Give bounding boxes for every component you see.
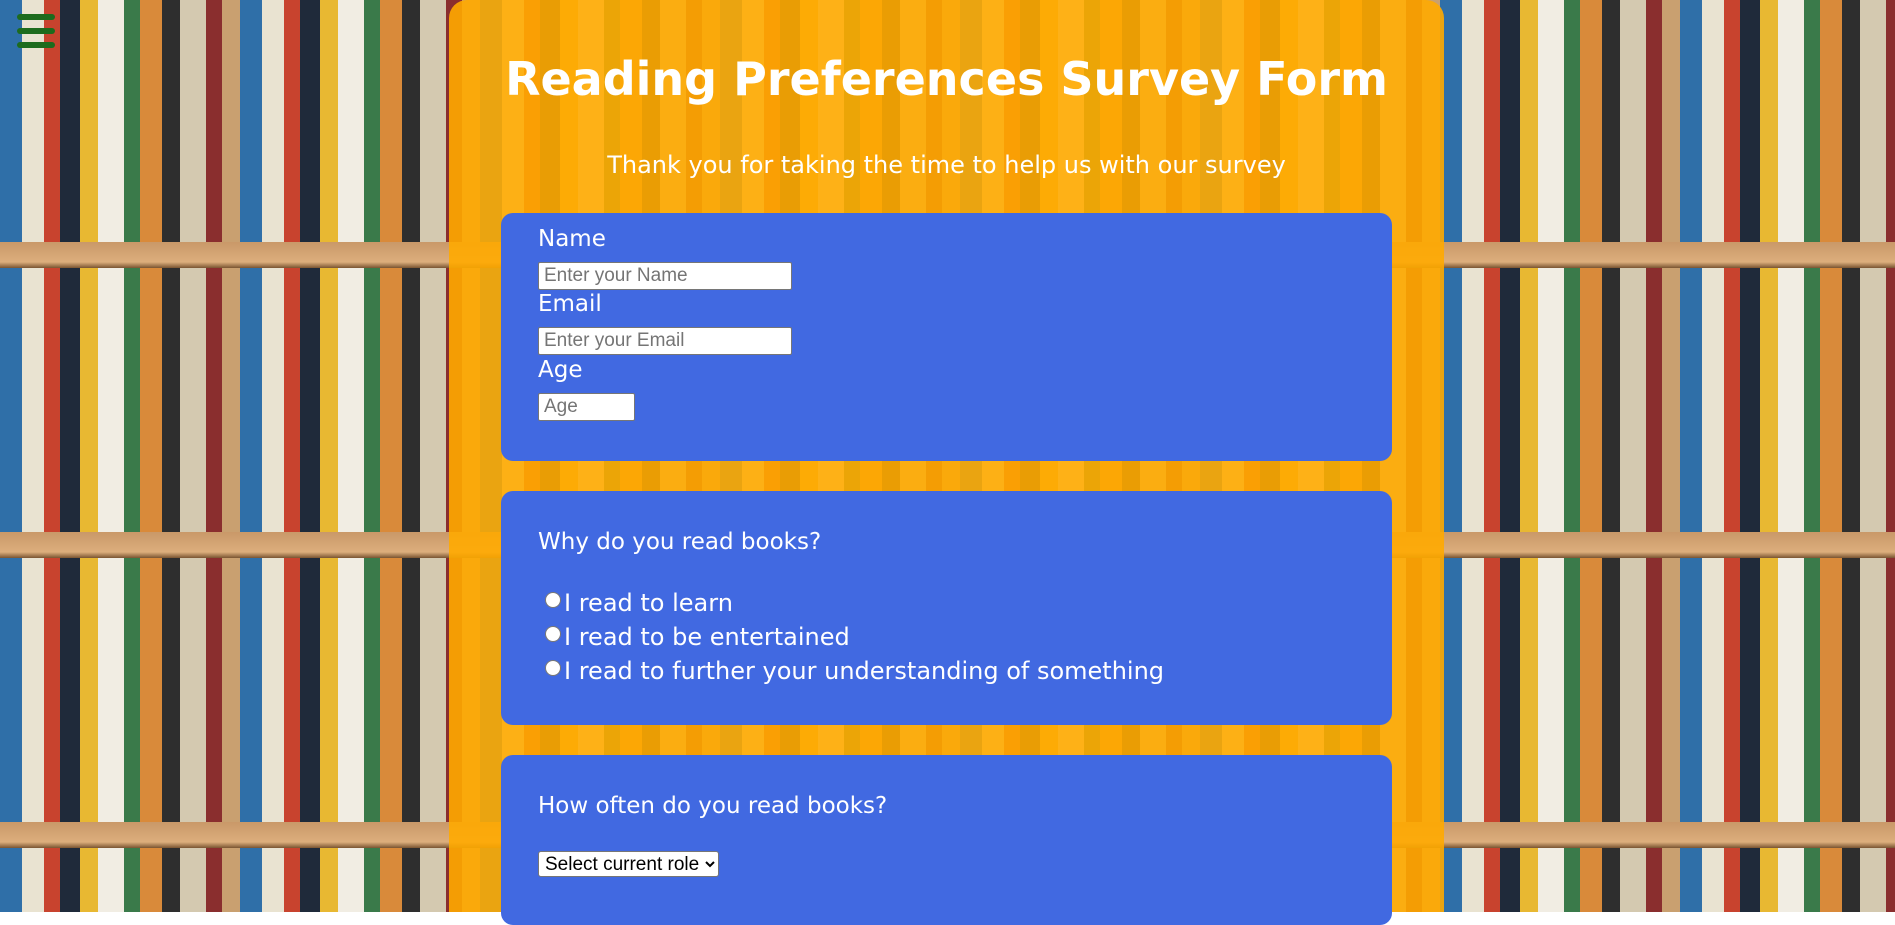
reading-frequency-card: How often do you read books? Select curr… <box>501 755 1392 925</box>
page-subtitle: Thank you for taking the time to help us… <box>607 151 1286 179</box>
reason-option-label: I read to further your understanding of … <box>564 657 1165 685</box>
email-label: Email <box>538 291 602 317</box>
reason-option-understanding[interactable]: I read to further your understanding of … <box>545 657 1164 685</box>
reason-radio-entertained[interactable] <box>545 626 561 642</box>
survey-container: Reading Preferences Survey Form Thank yo… <box>449 0 1444 925</box>
reading-reasons-card: Why do you read books? I read to learn I… <box>501 491 1392 725</box>
reason-radio-understanding[interactable] <box>545 660 561 676</box>
personal-info-card: Name Email Age <box>501 213 1392 461</box>
age-input[interactable] <box>538 393 635 421</box>
hamburger-menu-icon[interactable] <box>17 14 55 48</box>
reason-radio-learn[interactable] <box>545 592 561 608</box>
reason-option-entertained[interactable]: I read to be entertained <box>545 623 850 651</box>
reasons-question: Why do you read books? <box>538 529 822 555</box>
reason-option-label: I read to learn <box>564 589 733 617</box>
menu-bar <box>17 42 55 48</box>
name-input[interactable] <box>538 262 792 290</box>
age-label: Age <box>538 357 583 383</box>
page-title: Reading Preferences Survey Form <box>505 52 1388 106</box>
name-label: Name <box>538 226 606 252</box>
frequency-question: How often do you read books? <box>538 793 888 819</box>
reason-option-label: I read to be entertained <box>564 623 850 651</box>
reason-option-learn[interactable]: I read to learn <box>545 589 733 617</box>
menu-bar <box>17 14 55 20</box>
menu-bar <box>17 28 55 34</box>
email-input[interactable] <box>538 327 792 355</box>
frequency-select[interactable]: Select current role <box>538 851 719 877</box>
